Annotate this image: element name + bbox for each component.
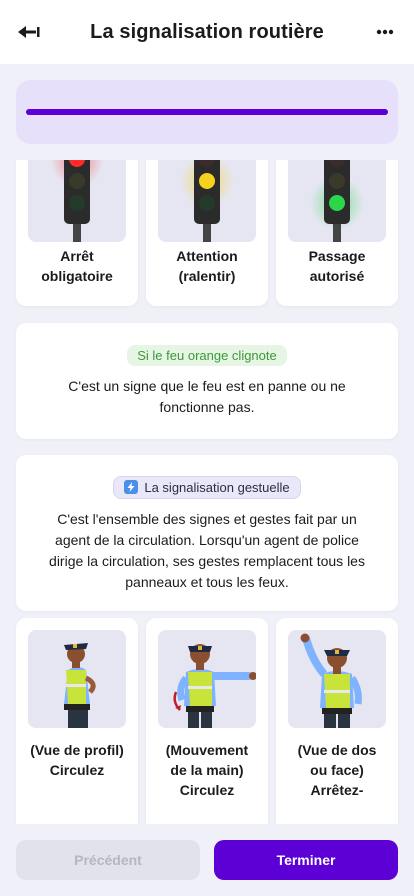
progress-bar-fill — [26, 109, 388, 115]
yellow-traffic-light-image — [158, 160, 256, 242]
progress-card — [16, 80, 398, 144]
traffic-light-card-red: Arrêt obligatoire — [16, 160, 138, 306]
traffic-light-label: Attention (ralentir) — [176, 248, 238, 284]
back-button[interactable] — [16, 20, 42, 44]
info-text: C'est un signe que le feu est en panne o… — [68, 378, 346, 415]
orange-light-info-card: Si le feu orange clignote C'est un signe… — [16, 323, 398, 439]
green-traffic-light-image — [288, 160, 386, 242]
police-officer-stop-image — [288, 630, 386, 728]
gesture-card-back-or-front: (Vue de dos ou face) Arrêtez- — [276, 618, 398, 824]
progress-track — [26, 109, 388, 115]
traffic-light-label: Arrêt obligatoire — [41, 248, 113, 284]
app-header: La signalisation routière — [0, 0, 414, 64]
gesture-label: (Mouvement de la main) Circulez — [165, 742, 249, 798]
finish-button[interactable]: Terminer — [214, 840, 398, 880]
traffic-light-label: Passage autorisé — [308, 248, 366, 284]
gesture-card-hand-movement: (Mouvement de la main) Circulez — [146, 618, 268, 824]
info-badge: Si le feu orange clignote — [127, 345, 287, 366]
red-traffic-light-image — [28, 160, 126, 242]
police-officer-hand-movement-image — [158, 630, 256, 728]
lesson-content[interactable]: Arrêt obligatoire Attention (ralentir) P… — [0, 160, 414, 824]
police-officer-profile-image — [28, 630, 126, 728]
lightning-icon — [124, 480, 139, 494]
page-title: La signalisation routière — [90, 20, 324, 43]
gesture-card-profile: (Vue de profil) Circulez — [16, 618, 138, 824]
gesture-label: (Vue de profil) Circulez — [30, 742, 124, 778]
more-dots-icon — [376, 29, 394, 35]
info-badge: La signalisation gestuelle — [113, 476, 301, 499]
back-arrow-icon — [18, 26, 40, 38]
traffic-light-card-green: Passage autorisé — [276, 160, 398, 306]
previous-button[interactable]: Précédent — [16, 840, 200, 880]
traffic-light-card-yellow: Attention (ralentir) — [146, 160, 268, 306]
more-options-button[interactable] — [374, 20, 396, 44]
gestural-info-card: La signalisation gestuelle C'est l'ensem… — [16, 455, 398, 611]
bottom-navigation: Précédent Terminer — [0, 824, 414, 896]
gesture-label: (Vue de dos ou face) Arrêtez- — [297, 742, 377, 798]
info-text: C'est l'ensemble des signes et gestes fa… — [49, 511, 365, 590]
